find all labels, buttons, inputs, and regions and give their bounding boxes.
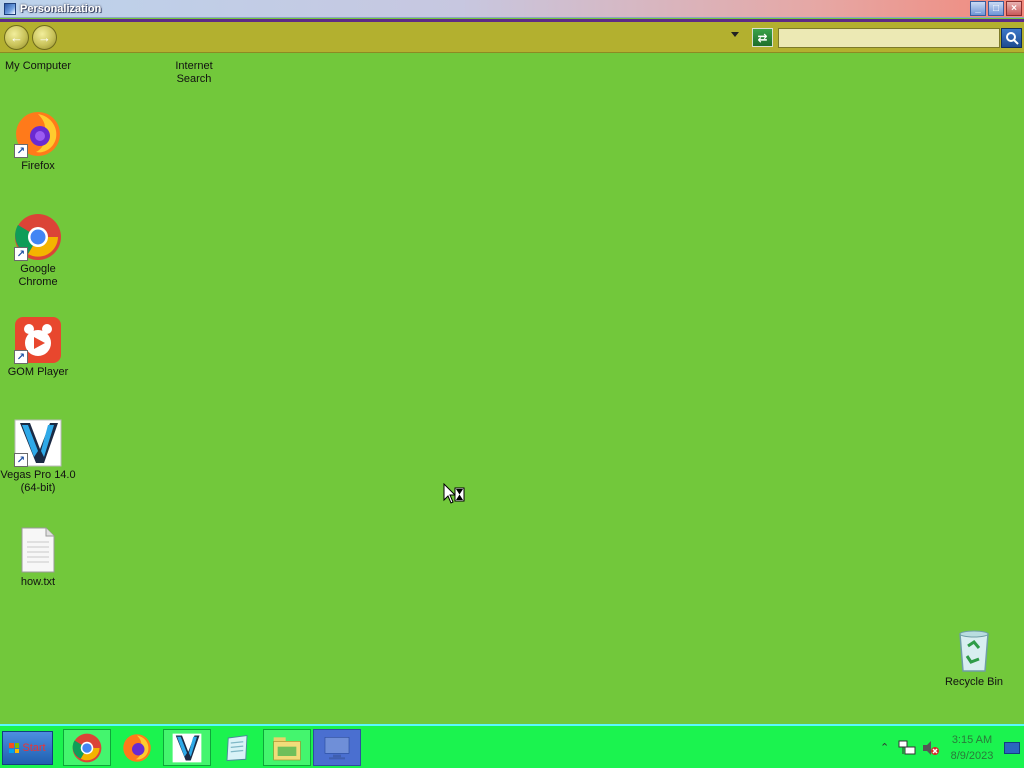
desktop-icon-label: Google Chrome xyxy=(18,263,58,288)
busy-cursor-icon xyxy=(443,482,467,510)
desktop-icon-internet-search[interactable]: Internet Search xyxy=(156,58,232,86)
shortcut-arrow-icon: ↗ xyxy=(14,247,28,261)
start-label: Start xyxy=(22,742,46,754)
taskbar-app-notepad[interactable] xyxy=(213,729,261,766)
desktop-icon-my-computer[interactable]: My Computer xyxy=(0,58,76,73)
desktop-icon-google-chrome[interactable]: ↗ Google Chrome xyxy=(0,213,76,289)
network-icon[interactable] xyxy=(898,740,916,756)
back-button[interactable]: ← xyxy=(4,25,29,50)
desktop-icon-label: GOM Player xyxy=(7,366,69,378)
vegas-pro-icon xyxy=(172,733,202,762)
window-title: Personalization xyxy=(20,2,102,15)
desktop-icon-recycle-bin[interactable]: Recycle Bin xyxy=(936,626,1012,689)
shortcut-arrow-icon: ↗ xyxy=(14,350,28,364)
search-button[interactable] xyxy=(1001,28,1022,48)
back-arrow-icon: ← xyxy=(10,30,23,45)
show-desktop-icon[interactable] xyxy=(1004,742,1020,754)
desktop-icon-label: how.txt xyxy=(20,576,56,588)
taskbar-app-remote-desktop[interactable] xyxy=(313,729,361,766)
taskbar: Start ⌃ 3:15 AM 8/9/2023 xyxy=(0,724,1024,768)
taskbar-app-chrome[interactable] xyxy=(63,729,111,766)
firefox-icon xyxy=(123,733,151,762)
clock-date[interactable]: 8/9/2023 xyxy=(944,750,1000,762)
minimize-button[interactable]: _ xyxy=(970,1,986,16)
navigation-toolbar: ← → ⇄ xyxy=(0,22,1024,53)
desktop-icon-label: Vegas Pro 14.0 (64-bit) xyxy=(0,469,76,494)
chrome-icon xyxy=(72,733,102,762)
maximize-icon: □ xyxy=(992,2,1000,14)
magnifier-icon xyxy=(1005,32,1019,45)
desktop-icon-gom-player[interactable]: ↗ GOM Player xyxy=(0,316,76,379)
close-button[interactable]: × xyxy=(1006,1,1022,16)
address-bar[interactable] xyxy=(62,27,746,48)
desktop-icon-firefox[interactable]: ↗ Firefox xyxy=(0,110,76,173)
notepad-icon xyxy=(226,734,248,761)
desktop-icon-label: My Computer xyxy=(4,60,72,72)
text-file-icon xyxy=(14,526,62,574)
firefox-icon: ↗ xyxy=(14,110,62,158)
desktop-icon-vegas-pro[interactable]: ↗ Vegas Pro 14.0 (64-bit) xyxy=(0,419,76,495)
shortcut-arrow-icon: ↗ xyxy=(14,144,28,158)
desktop-icon-label: Recycle Bin xyxy=(944,676,1004,688)
refresh-icon: ⇄ xyxy=(757,30,768,45)
desktop-icon-label: Internet Search xyxy=(175,60,213,85)
taskbar-app-firefox[interactable] xyxy=(113,729,161,766)
vegas-pro-icon: ↗ xyxy=(14,419,62,467)
shortcut-arrow-icon: ↗ xyxy=(14,453,28,467)
refresh-button[interactable]: ⇄ xyxy=(752,28,773,47)
desktop-icon-label: Firefox xyxy=(21,160,55,172)
recycle-bin-icon xyxy=(950,626,998,674)
taskbar-app-file-explorer[interactable] xyxy=(263,729,311,766)
maximize-button[interactable]: □ xyxy=(988,1,1004,16)
personalization-app-icon xyxy=(4,2,16,15)
forward-button[interactable]: → xyxy=(32,25,57,50)
file-explorer-icon xyxy=(273,736,301,760)
show-hidden-icons-chevron-icon[interactable]: ⌃ xyxy=(880,741,889,754)
address-dropdown-icon[interactable] xyxy=(731,32,739,37)
gom-player-icon: ↗ xyxy=(14,316,62,364)
desktop-icon-how-txt[interactable]: how.txt xyxy=(0,526,76,589)
taskbar-app-vegas-pro[interactable] xyxy=(163,729,211,766)
forward-arrow-icon: → xyxy=(38,30,51,45)
minimize-icon: _ xyxy=(975,2,981,14)
search-input[interactable] xyxy=(778,28,1000,48)
close-icon: × xyxy=(1011,2,1017,14)
volume-muted-icon[interactable] xyxy=(922,740,940,756)
remote-desktop-icon xyxy=(324,736,350,759)
window-controls: _ □ × xyxy=(970,1,1022,16)
clock-time[interactable]: 3:15 AM xyxy=(944,734,1000,746)
windows-logo-icon xyxy=(9,743,20,753)
start-button[interactable]: Start xyxy=(2,731,53,765)
chrome-icon: ↗ xyxy=(14,213,62,261)
window-titlebar[interactable]: Personalization _ □ × xyxy=(0,0,1024,18)
system-tray: ⌃ 3:15 AM 8/9/2023 xyxy=(876,728,1024,768)
